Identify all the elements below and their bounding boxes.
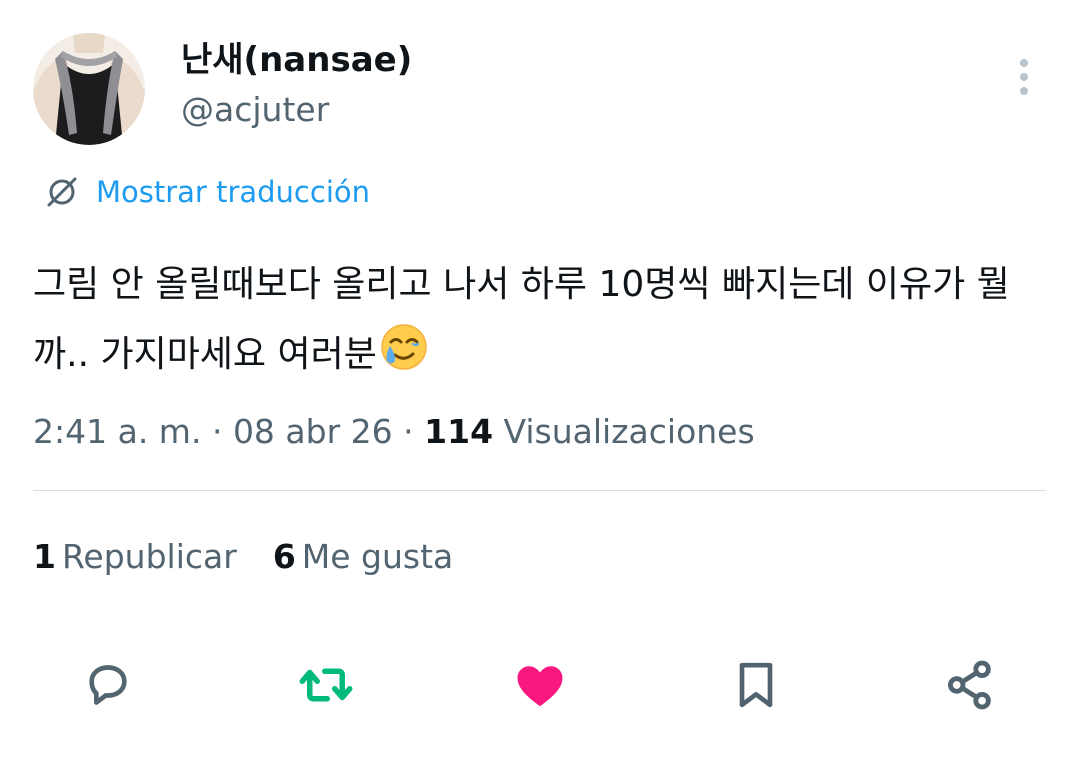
avatar-image [33,33,145,145]
views-label: Visualizaciones [503,412,755,451]
avatar[interactable] [33,33,145,145]
tweet-text: 그림 안 올릴때보다 올리고 나서 하루 10명씩 빠지는데 이유가 뭘까.. … [33,250,1045,396]
bookmark-button[interactable] [726,655,786,715]
speech-bubble-icon [89,665,127,705]
show-translation-link[interactable]: Mostrar traducción [44,172,370,212]
reply-button[interactable] [78,655,138,715]
share-button[interactable] [940,655,1000,715]
reposts-count: 1 [33,537,56,576]
share-icon [948,660,991,710]
face-holding-back-tears-icon [379,322,429,396]
tweet-metadata: 2:41 a. m. · 08 abr 26 · 114 Visualizaci… [33,410,755,454]
views-count: 114 [424,412,494,451]
heart-icon [517,666,563,707]
engagement-stats: 1 Republicar 6 Me gusta [33,535,453,579]
tweet-body: 그림 안 올릴때보다 올리고 나서 하루 10명씩 빠지는데 이유가 뭘까.. … [33,264,1010,375]
retweet-icon [299,668,353,702]
likes-label: Me gusta [301,537,454,576]
like-button[interactable] [510,655,570,715]
meta-separator: · [211,412,223,451]
likes-stat[interactable]: 6 Me gusta [273,535,453,579]
translate-globe-icon [47,177,77,207]
meta-separator: · [403,412,414,451]
show-translation-label: Mostrar traducción [96,175,370,209]
reposts-label: Republicar [61,537,237,576]
retweet-button[interactable] [296,655,356,715]
more-vertical-icon [1020,59,1028,95]
tweet-date[interactable]: 08 abr 26 [233,412,393,451]
bookmark-icon [739,662,773,708]
tweet-time[interactable]: 2:41 a. m. [33,412,201,451]
reposts-stat[interactable]: 1 Republicar [33,535,237,579]
likes-count: 6 [272,537,296,576]
more-options-button[interactable] [1006,55,1042,99]
author-handle[interactable]: @acjuter [181,90,329,130]
divider [33,490,1046,491]
author-display-name[interactable]: 난새(nansae) [181,40,412,81]
